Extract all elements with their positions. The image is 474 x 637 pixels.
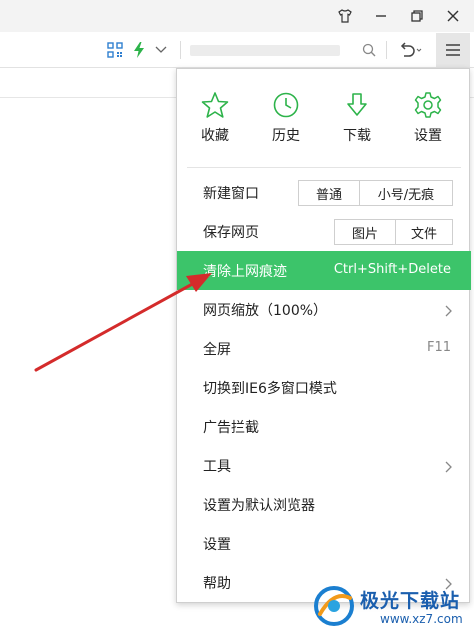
menu-separator [187, 167, 461, 168]
browser-toolbar [0, 32, 474, 68]
settings-quick-button[interactable]: 设置 [398, 91, 458, 145]
clear-history-shortcut: Ctrl+Shift+Delete [333, 262, 451, 277]
minimize-icon[interactable] [368, 4, 394, 28]
save-image-button[interactable]: 图片 [334, 219, 396, 245]
main-menu-button[interactable] [436, 33, 470, 67]
clock-icon [273, 92, 299, 118]
menu-item-fullscreen[interactable]: 全屏 F11 [177, 329, 471, 368]
menu-item-ie6-mode[interactable]: 切换到IE6多窗口模式 [177, 368, 471, 407]
save-file-button[interactable]: 文件 [395, 219, 453, 245]
toolbar-divider [180, 41, 181, 59]
watermark-logo-icon [312, 584, 356, 632]
restore-icon[interactable] [404, 4, 430, 28]
new-window-label: 新建窗口 [203, 186, 259, 202]
qr-code-icon[interactable] [106, 41, 124, 59]
menu-item-save-page: 保存网页 图片 文件 [177, 212, 471, 251]
address-text-blurred [190, 45, 340, 56]
settings-label: 设置 [203, 537, 231, 553]
quick-actions: 收藏 历史 下载 设置 [177, 69, 471, 167]
menu-item-default-browser[interactable]: 设置为默认浏览器 [177, 485, 471, 524]
downloads-button[interactable]: 下载 [327, 91, 387, 145]
fullscreen-label: 全屏 [203, 342, 231, 358]
window-titlebar [0, 0, 474, 32]
ie6-mode-label: 切换到IE6多窗口模式 [203, 381, 337, 397]
chevron-right-icon [445, 302, 453, 321]
favorites-label: 收藏 [201, 128, 229, 144]
star-icon [201, 92, 229, 118]
gear-icon [414, 92, 442, 118]
menu-item-tools[interactable]: 工具 [177, 446, 471, 485]
new-window-normal-button[interactable]: 普通 [298, 180, 360, 206]
fullscreen-shortcut: F11 [426, 340, 451, 355]
chevron-down-icon[interactable] [153, 43, 169, 57]
chevron-right-icon [445, 458, 453, 477]
clear-history-label: 清除上网痕迹 [203, 264, 287, 280]
download-arrow-icon [347, 93, 367, 116]
search-icon[interactable] [360, 41, 378, 59]
menu-item-settings[interactable]: 设置 [177, 524, 471, 563]
lightning-icon[interactable] [131, 41, 147, 59]
close-icon[interactable] [440, 4, 466, 28]
settings-quick-label: 设置 [414, 128, 442, 144]
default-browser-label: 设置为默认浏览器 [203, 498, 315, 514]
watermark-name: 极光下载站 [360, 590, 461, 612]
watermark: 极光下载站 www.xz7.com [312, 582, 470, 634]
history-label: 历史 [272, 128, 300, 144]
main-menu-dropdown: 收藏 历史 下载 设置 新建窗口 普通 小号/无痕 保存网页 图片 文件 清除上… [176, 68, 471, 603]
menu-item-new-window: 新建窗口 普通 小号/无痕 [177, 173, 471, 212]
undo-icon[interactable] [398, 40, 422, 60]
save-page-label: 保存网页 [203, 225, 259, 241]
hamburger-icon [446, 44, 460, 56]
menu-item-zoom[interactable]: 网页缩放（100%） [177, 290, 471, 329]
help-label: 帮助 [203, 576, 231, 592]
new-window-private-button[interactable]: 小号/无痕 [359, 180, 453, 206]
zoom-label: 网页缩放（100%） [203, 303, 328, 319]
toolbar-divider [386, 41, 387, 59]
favorites-button[interactable]: 收藏 [185, 91, 245, 145]
tools-label: 工具 [203, 459, 231, 475]
menu-item-clear-history[interactable]: 清除上网痕迹 Ctrl+Shift+Delete [177, 251, 471, 290]
menu-item-adblock[interactable]: 广告拦截 [177, 407, 471, 446]
downloads-label: 下载 [343, 128, 371, 144]
skin-icon[interactable] [332, 4, 358, 28]
adblock-label: 广告拦截 [203, 420, 259, 436]
history-button[interactable]: 历史 [256, 91, 316, 145]
watermark-url: www.xz7.com [380, 612, 463, 626]
search-input[interactable] [186, 38, 382, 62]
